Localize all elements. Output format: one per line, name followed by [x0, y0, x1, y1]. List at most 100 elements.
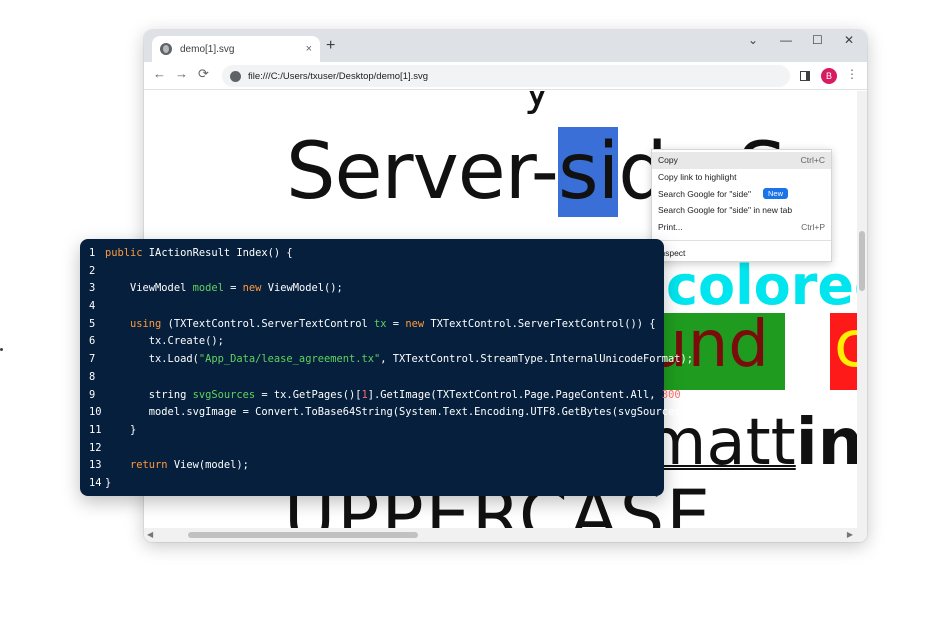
menu-label: Search Google for "side" [658, 188, 751, 199]
vertical-scroll-thumb[interactable] [859, 231, 865, 291]
forward-button[interactable]: → [175, 67, 188, 80]
code-text: = [386, 317, 406, 330]
code-line-5: 5 using (TXTextControl.ServerTextControl… [80, 316, 664, 334]
code-text: = [223, 282, 243, 295]
code-text: View(model); [167, 459, 249, 472]
menu-shortcut: Ctrl+P [801, 222, 825, 233]
profile-avatar[interactable]: B [821, 68, 837, 84]
line-number: 1 [89, 247, 96, 259]
code-line-11: 11 } [80, 422, 664, 440]
code-text: IActionResult Index() { [142, 247, 293, 259]
minimize-button[interactable]: — [780, 34, 792, 46]
code-text: ].GetImage(TXTextControl.Page.PageConten… [367, 388, 662, 401]
line-number: 12 [89, 441, 102, 454]
horizontal-scroll-thumb[interactable] [188, 532, 418, 538]
close-tab-icon[interactable]: × [306, 43, 312, 55]
menu-separator [652, 239, 831, 241]
new-badge: New [762, 188, 788, 200]
number-literal: 300 [661, 388, 681, 401]
code-line-2: 2 [80, 263, 664, 281]
scroll-left-icon[interactable]: ◀ [147, 530, 153, 539]
menu-item-copy[interactable]: Copy Ctrl+C [652, 152, 831, 169]
code-text: ViewModel(); [261, 282, 343, 295]
line-number: 10 [89, 406, 102, 419]
context-menu: Copy Ctrl+C Copy link to highlight Search… [651, 149, 832, 262]
menu-label: Search Google for "side" in new tab [658, 205, 793, 216]
keyword: new [405, 317, 425, 330]
identifier: svgSources [192, 388, 256, 401]
code-text: } [105, 476, 112, 489]
line-number: 13 [89, 459, 102, 472]
code-text: TXTextControl.ServerTextControl()) { [424, 317, 656, 330]
code-line-12: 12 [80, 440, 664, 458]
title-bar: demo[1].svg × + ⌄ — ☐ ✕ [144, 30, 867, 62]
page-dot [0, 348, 3, 351]
line-number: 14 [89, 476, 102, 489]
side-panel-icon[interactable] [800, 71, 810, 81]
scroll-right-icon[interactable]: ▶ [847, 530, 853, 539]
tab-demo-svg[interactable]: demo[1].svg × [152, 36, 320, 62]
string-literal: "App_Data/lease_agreement.tx" [198, 353, 381, 366]
code-line-14: 14} [80, 475, 664, 493]
code-text: string [105, 388, 193, 401]
code-line-7: 7 tx.Load("App_Data/lease_agreement.tx",… [80, 351, 693, 369]
code-text: ViewModel [105, 282, 193, 295]
line-number: 2 [89, 264, 96, 277]
maximize-button[interactable]: ☐ [812, 34, 823, 46]
menu-label: Print... [658, 222, 683, 233]
keyword: new [242, 282, 262, 295]
menu-item-print[interactable]: Print... Ctrl+P [652, 219, 831, 236]
close-window-button[interactable]: ✕ [844, 34, 854, 46]
selected-text[interactable]: si [557, 127, 619, 217]
keyword: return [130, 459, 168, 472]
reload-button[interactable]: ⟳ [198, 67, 209, 80]
menu-shortcut: Ctrl+C [800, 155, 825, 165]
line-number: 4 [89, 300, 96, 313]
colored-text: colored [666, 254, 867, 317]
line-number: 11 [89, 423, 102, 436]
code-line-8: 8 [80, 369, 664, 387]
globe-icon [160, 43, 172, 55]
new-tab-button[interactable]: + [326, 38, 335, 54]
site-info-icon[interactable] [230, 70, 241, 82]
line-number: 6 [89, 335, 96, 348]
code-line-9: 9 string svgSources = tx.GetPages()[1].G… [80, 387, 693, 405]
code-text: (TXTextControl.ServerTextControl [161, 317, 375, 330]
heading-prefix: Server- [286, 127, 559, 217]
identifier: tx [374, 317, 387, 330]
code-text: } [105, 423, 137, 436]
menu-item-inspect[interactable]: Inspect [652, 245, 831, 262]
line-number: 8 [89, 370, 96, 383]
code-text: tx.Create(); [105, 335, 224, 348]
line-number: 9 [89, 388, 96, 401]
toolbar: ← → ⟳ file:///C:/Users/txuser/Desktop/de… [144, 62, 867, 90]
tab-search-icon[interactable]: ⌄ [748, 34, 758, 46]
page-text-fragment: y [524, 91, 550, 113]
vertical-scrollbar[interactable] [857, 91, 867, 528]
horizontal-scrollbar[interactable]: ◀ ▶ [144, 528, 867, 542]
code-text: ); [680, 388, 694, 401]
code-text: model.svgImage = Convert.ToBase64String(… [105, 406, 700, 419]
line-number: 5 [89, 317, 96, 330]
url-text[interactable]: file:///C:/Users/txuser/Desktop/demo[1].… [248, 71, 428, 82]
back-button[interactable]: ← [153, 67, 166, 80]
keyword: public [105, 247, 143, 259]
code-line-13: 13 return View(model); [80, 457, 664, 475]
code-text: tx.Load( [105, 353, 199, 366]
menu-item-search-google[interactable]: Search Google for "side" New [652, 186, 831, 203]
code-text: , TXTextControl.StreamType.InternalUnico… [380, 353, 694, 366]
code-line-3: 3 ViewModel model = new ViewModel(); [80, 280, 664, 298]
code-text: = tx.GetPages()[ [255, 388, 362, 401]
line-number: 3 [89, 282, 96, 295]
menu-item-search-google-new-tab[interactable]: Search Google for "side" in new tab [652, 202, 831, 219]
line-number: 7 [89, 353, 96, 366]
code-line-6: 6 tx.Create(); [80, 333, 664, 351]
identifier: model [192, 282, 224, 295]
address-bar[interactable]: file:///C:/Users/txuser/Desktop/demo[1].… [222, 65, 790, 87]
code-line-1: 1 public IActionResult Index() { [80, 245, 664, 263]
code-line-10: 10 model.svgImage = Convert.ToBase64Stri… [80, 404, 699, 422]
browser-menu-icon[interactable]: ⋮ [846, 68, 858, 80]
menu-item-copy-link-to-highlight[interactable]: Copy link to highlight [652, 169, 831, 186]
keyword: using [130, 317, 162, 330]
